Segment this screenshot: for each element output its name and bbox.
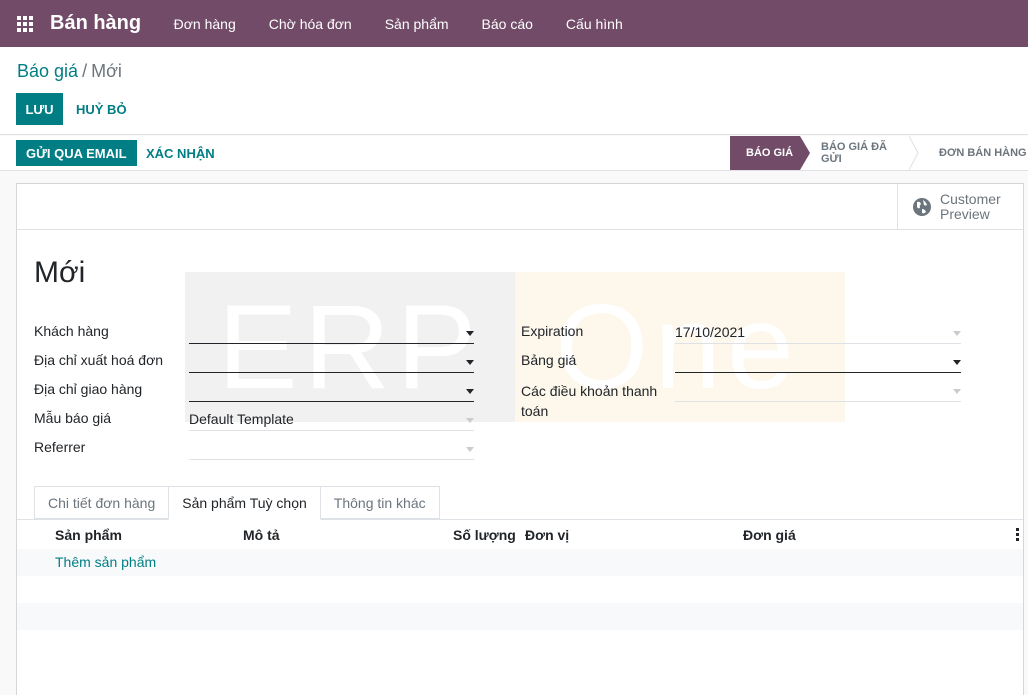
add-line-row: Thêm sản phẩm: [17, 549, 1023, 576]
payment-terms-label: Các điều khoản thanh toán: [521, 383, 658, 419]
menu-products[interactable]: Sản phẩm: [368, 16, 465, 32]
menu-configuration[interactable]: Cấu hình: [549, 16, 639, 32]
quotation-template-field[interactable]: Default Template: [189, 409, 474, 431]
column-quantity[interactable]: Số lượng: [453, 527, 516, 543]
delivery-address-field[interactable]: [189, 380, 474, 402]
discard-button[interactable]: HUỶ BỎ: [76, 93, 127, 125]
delivery-address-dropdown-icon[interactable]: [466, 389, 474, 394]
delivery-address-label: Địa chỉ giao hàng: [34, 381, 143, 397]
menu-reporting[interactable]: Báo cáo: [465, 16, 549, 32]
expiration-field[interactable]: 17/10/2021: [675, 322, 961, 344]
breadcrumb-parent[interactable]: Báo giá: [17, 61, 78, 81]
confirm-button[interactable]: XÁC NHẬN: [146, 140, 215, 166]
apps-menu-icon[interactable]: [16, 15, 34, 33]
payment-terms-field[interactable]: [675, 380, 961, 402]
tab-order-lines[interactable]: Chi tiết đơn hàng: [34, 486, 170, 519]
table-row: [17, 576, 1023, 603]
stage-quotation[interactable]: BÁO GIÁ: [730, 136, 810, 170]
stage-quotation-sent-label: BÁO GIÁ ĐÃ GỬI: [821, 141, 887, 165]
table-row: [17, 603, 1023, 630]
top-navbar: Bán hàng Đơn hàng Chờ hóa đơn Sản phẩm B…: [0, 0, 1028, 47]
app-name[interactable]: Bán hàng: [50, 12, 141, 35]
column-product[interactable]: Sản phẩm: [55, 527, 122, 543]
referrer-field[interactable]: [189, 438, 474, 460]
quotation-template-label: Mẫu báo giá: [34, 410, 112, 426]
save-button[interactable]: LƯU: [16, 93, 63, 125]
customer-field[interactable]: [189, 322, 474, 344]
column-unit-price[interactable]: Đơn giá: [743, 527, 796, 543]
column-description[interactable]: Mô tả: [243, 527, 280, 543]
referrer-label: Referrer: [34, 439, 86, 455]
optional-columns-icon[interactable]: [1016, 528, 1019, 541]
pricelist-dropdown-icon[interactable]: [953, 360, 961, 365]
send-by-email-button[interactable]: GỬI QUA EMAIL: [16, 140, 137, 166]
table-header: Sản phẩm Mô tả Số lượng Đơn vị Đơn giá: [17, 520, 1023, 550]
stage-sales-order[interactable]: ĐƠN BÁN HÀNG: [910, 136, 1028, 170]
control-panel: Báo giá / Mới LƯU HUỶ BỎ: [0, 47, 1028, 135]
globe-icon: [913, 198, 931, 216]
payment-terms-dropdown-icon[interactable]: [953, 389, 961, 394]
referrer-dropdown-icon[interactable]: [466, 447, 474, 452]
tab-other-info[interactable]: Thông tin khác: [319, 486, 440, 519]
notebook-tabs: Chi tiết đơn hàng Sản phẩm Tuỳ chọn Thôn…: [34, 486, 440, 520]
add-product-link[interactable]: Thêm sản phẩm: [55, 554, 156, 570]
invoice-address-field[interactable]: [189, 351, 474, 373]
stage-quotation-label: BÁO GIÁ: [746, 147, 794, 159]
record-title: Mới: [34, 256, 86, 289]
customer-dropdown-icon[interactable]: [466, 331, 474, 336]
quotation-template-dropdown-icon[interactable]: [466, 418, 474, 423]
pricelist-field[interactable]: [675, 351, 961, 373]
breadcrumb-current: Mới: [91, 61, 122, 81]
stage-quotation-sent[interactable]: BÁO GIÁ ĐÃ GỬI: [800, 136, 919, 170]
menu-orders[interactable]: Đơn hàng: [157, 16, 252, 32]
button-box: Customer Preview: [17, 184, 1023, 230]
status-bar: GỬI QUA EMAIL XÁC NHẬN BÁO GIÁ BÁO GIÁ Đ…: [0, 136, 1028, 171]
customer-preview-button[interactable]: Customer Preview: [897, 184, 1023, 230]
stage-pipeline: BÁO GIÁ BÁO GIÁ ĐÃ GỬI ĐƠN BÁN HÀNG: [730, 136, 1028, 170]
stage-sales-order-label: ĐƠN BÁN HÀNG: [939, 147, 1027, 159]
expiration-value: 17/10/2021: [675, 324, 746, 340]
expiration-dropdown-icon[interactable]: [953, 331, 961, 336]
customer-label: Khách hàng: [34, 323, 109, 339]
pricelist-label: Bảng giá: [521, 352, 577, 368]
form-sheet: Customer Preview ERP One Mới Khách hàng …: [16, 183, 1024, 695]
expiration-label: Expiration: [521, 323, 584, 339]
menu-to-invoice[interactable]: Chờ hóa đơn: [252, 16, 368, 32]
breadcrumb: Báo giá / Mới: [17, 61, 122, 82]
invoice-address-label: Địa chỉ xuất hoá đơn: [34, 352, 164, 368]
column-uom[interactable]: Đơn vị: [525, 527, 569, 543]
quotation-template-value: Default Template: [189, 411, 294, 427]
invoice-address-dropdown-icon[interactable]: [466, 360, 474, 365]
tab-optional-products[interactable]: Sản phẩm Tuỳ chọn: [168, 486, 321, 520]
customer-preview-label: Customer Preview: [940, 191, 1001, 222]
breadcrumb-separator: /: [82, 61, 88, 81]
